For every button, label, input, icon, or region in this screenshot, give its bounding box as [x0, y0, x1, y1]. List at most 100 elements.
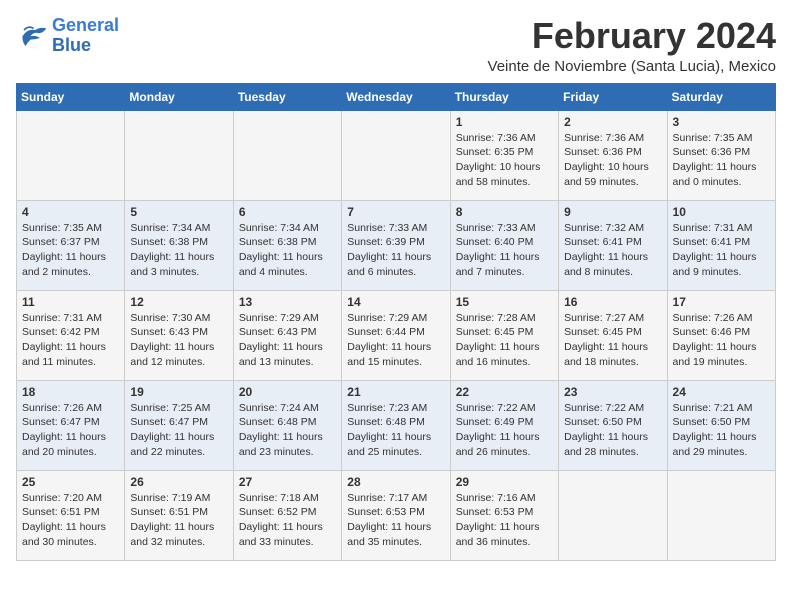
- calendar-day-cell: [667, 470, 775, 560]
- day-number: 12: [130, 295, 227, 309]
- calendar-day-cell: 20 Sunrise: 7:24 AM Sunset: 6:48 PM Dayli…: [233, 380, 341, 470]
- calendar-week-row: 18 Sunrise: 7:26 AM Sunset: 6:47 PM Dayli…: [17, 380, 776, 470]
- day-number: 20: [239, 385, 336, 399]
- day-number: 13: [239, 295, 336, 309]
- calendar-day-cell: 14 Sunrise: 7:29 AM Sunset: 6:44 PM Dayli…: [342, 290, 450, 380]
- day-number: 28: [347, 475, 444, 489]
- day-info: Sunrise: 7:29 AM Sunset: 6:44 PM Dayligh…: [347, 311, 444, 370]
- day-info: Sunrise: 7:24 AM Sunset: 6:48 PM Dayligh…: [239, 401, 336, 460]
- calendar-day-cell: 5Sunrise: 7:34 AM Sunset: 6:38 PM Daylig…: [125, 200, 233, 290]
- day-number: 15: [456, 295, 553, 309]
- month-title: February 2024: [488, 16, 776, 56]
- day-number: 16: [564, 295, 661, 309]
- day-info: Sunrise: 7:19 AM Sunset: 6:51 PM Dayligh…: [130, 491, 227, 550]
- day-info: Sunrise: 7:26 AM Sunset: 6:46 PM Dayligh…: [673, 311, 770, 370]
- calendar-day-cell: [559, 470, 667, 560]
- day-info: Sunrise: 7:29 AM Sunset: 6:43 PM Dayligh…: [239, 311, 336, 370]
- day-number: 3: [673, 115, 770, 129]
- calendar-day-cell: 29 Sunrise: 7:16 AM Sunset: 6:53 PM Dayli…: [450, 470, 558, 560]
- calendar-day-cell: 11Sunrise: 7:31 AM Sunset: 6:42 PM Dayli…: [17, 290, 125, 380]
- calendar-day-cell: 25 Sunrise: 7:20 AM Sunset: 6:51 PM Dayli…: [17, 470, 125, 560]
- calendar-day-cell: 27 Sunrise: 7:18 AM Sunset: 6:52 PM Dayli…: [233, 470, 341, 560]
- day-number: 1: [456, 115, 553, 129]
- day-info: Sunrise: 7:21 AM Sunset: 6:50 PM Dayligh…: [673, 401, 770, 460]
- calendar-day-cell: 17 Sunrise: 7:26 AM Sunset: 6:46 PM Dayli…: [667, 290, 775, 380]
- day-number: 10: [673, 205, 770, 219]
- calendar-day-cell: 28 Sunrise: 7:17 AM Sunset: 6:53 PM Dayli…: [342, 470, 450, 560]
- day-info: Sunrise: 7:23 AM Sunset: 6:48 PM Dayligh…: [347, 401, 444, 460]
- day-number: 17: [673, 295, 770, 309]
- day-number: 2: [564, 115, 661, 129]
- logo: General Blue: [16, 16, 119, 56]
- calendar-day-cell: 21 Sunrise: 7:23 AM Sunset: 6:48 PM Dayli…: [342, 380, 450, 470]
- day-of-week-header: Saturday: [667, 83, 775, 110]
- day-number: 27: [239, 475, 336, 489]
- calendar-day-cell: 6Sunrise: 7:34 AM Sunset: 6:38 PM Daylig…: [233, 200, 341, 290]
- day-number: 18: [22, 385, 119, 399]
- day-of-week-header: Thursday: [450, 83, 558, 110]
- calendar-day-cell: 1 Sunrise: 7:36 AM Sunset: 6:35 PM Daylig…: [450, 110, 558, 200]
- day-info: Sunrise: 7:31 AM Sunset: 6:41 PM Dayligh…: [673, 221, 770, 280]
- day-info: Sunrise: 7:35 AM Sunset: 6:36 PM Dayligh…: [673, 131, 770, 190]
- logo-text: General Blue: [52, 16, 119, 56]
- page-header: General Blue February 2024 Veinte de Nov…: [16, 16, 776, 75]
- calendar-day-cell: 7 Sunrise: 7:33 AM Sunset: 6:39 PM Daylig…: [342, 200, 450, 290]
- calendar-day-cell: 12 Sunrise: 7:30 AM Sunset: 6:43 PM Dayli…: [125, 290, 233, 380]
- location-title: Veinte de Noviembre (Santa Lucia), Mexic…: [488, 58, 776, 75]
- calendar-header-row: SundayMondayTuesdayWednesdayThursdayFrid…: [17, 83, 776, 110]
- day-info: Sunrise: 7:16 AM Sunset: 6:53 PM Dayligh…: [456, 491, 553, 550]
- day-info: Sunrise: 7:30 AM Sunset: 6:43 PM Dayligh…: [130, 311, 227, 370]
- day-of-week-header: Sunday: [17, 83, 125, 110]
- day-number: 7: [347, 205, 444, 219]
- calendar-day-cell: 18 Sunrise: 7:26 AM Sunset: 6:47 PM Dayli…: [17, 380, 125, 470]
- day-number: 14: [347, 295, 444, 309]
- day-info: Sunrise: 7:20 AM Sunset: 6:51 PM Dayligh…: [22, 491, 119, 550]
- calendar-day-cell: 26 Sunrise: 7:19 AM Sunset: 6:51 PM Dayli…: [125, 470, 233, 560]
- day-number: 11: [22, 295, 119, 309]
- day-info: Sunrise: 7:35 AM Sunset: 6:37 PM Dayligh…: [22, 221, 119, 280]
- day-number: 24: [673, 385, 770, 399]
- day-of-week-header: Wednesday: [342, 83, 450, 110]
- calendar-day-cell: 10 Sunrise: 7:31 AM Sunset: 6:41 PM Dayli…: [667, 200, 775, 290]
- day-number: 6: [239, 205, 336, 219]
- calendar-day-cell: 15Sunrise: 7:28 AM Sunset: 6:45 PM Dayli…: [450, 290, 558, 380]
- day-info: Sunrise: 7:18 AM Sunset: 6:52 PM Dayligh…: [239, 491, 336, 550]
- calendar-day-cell: 2Sunrise: 7:36 AM Sunset: 6:36 PM Daylig…: [559, 110, 667, 200]
- day-info: Sunrise: 7:22 AM Sunset: 6:50 PM Dayligh…: [564, 401, 661, 460]
- day-number: 29: [456, 475, 553, 489]
- day-info: Sunrise: 7:33 AM Sunset: 6:39 PM Dayligh…: [347, 221, 444, 280]
- day-number: 26: [130, 475, 227, 489]
- calendar-day-cell: 22 Sunrise: 7:22 AM Sunset: 6:49 PM Dayli…: [450, 380, 558, 470]
- day-number: 4: [22, 205, 119, 219]
- day-info: Sunrise: 7:22 AM Sunset: 6:49 PM Dayligh…: [456, 401, 553, 460]
- calendar-day-cell: 4 Sunrise: 7:35 AM Sunset: 6:37 PM Daylig…: [17, 200, 125, 290]
- day-info: Sunrise: 7:33 AM Sunset: 6:40 PM Dayligh…: [456, 221, 553, 280]
- day-info: Sunrise: 7:27 AM Sunset: 6:45 PM Dayligh…: [564, 311, 661, 370]
- day-number: 25: [22, 475, 119, 489]
- logo-blue: Blue: [52, 35, 91, 55]
- day-of-week-header: Friday: [559, 83, 667, 110]
- calendar-day-cell: 19Sunrise: 7:25 AM Sunset: 6:47 PM Dayli…: [125, 380, 233, 470]
- title-block: February 2024 Veinte de Noviembre (Santa…: [488, 16, 776, 75]
- calendar-week-row: 1 Sunrise: 7:36 AM Sunset: 6:35 PM Daylig…: [17, 110, 776, 200]
- logo-general: General: [52, 15, 119, 35]
- day-info: Sunrise: 7:34 AM Sunset: 6:38 PM Dayligh…: [130, 221, 227, 280]
- calendar-day-cell: 3 Sunrise: 7:35 AM Sunset: 6:36 PM Daylig…: [667, 110, 775, 200]
- day-number: 8: [456, 205, 553, 219]
- calendar-week-row: 4 Sunrise: 7:35 AM Sunset: 6:37 PM Daylig…: [17, 200, 776, 290]
- calendar-day-cell: 9Sunrise: 7:32 AM Sunset: 6:41 PM Daylig…: [559, 200, 667, 290]
- day-of-week-header: Tuesday: [233, 83, 341, 110]
- day-info: Sunrise: 7:17 AM Sunset: 6:53 PM Dayligh…: [347, 491, 444, 550]
- calendar-day-cell: 24 Sunrise: 7:21 AM Sunset: 6:50 PM Dayli…: [667, 380, 775, 470]
- calendar-day-cell: 8 Sunrise: 7:33 AM Sunset: 6:40 PM Daylig…: [450, 200, 558, 290]
- day-info: Sunrise: 7:36 AM Sunset: 6:35 PM Dayligh…: [456, 131, 553, 190]
- calendar-week-row: 11Sunrise: 7:31 AM Sunset: 6:42 PM Dayli…: [17, 290, 776, 380]
- calendar-day-cell: 16 Sunrise: 7:27 AM Sunset: 6:45 PM Dayli…: [559, 290, 667, 380]
- calendar-day-cell: 23Sunrise: 7:22 AM Sunset: 6:50 PM Dayli…: [559, 380, 667, 470]
- day-number: 21: [347, 385, 444, 399]
- day-number: 22: [456, 385, 553, 399]
- calendar-day-cell: 13 Sunrise: 7:29 AM Sunset: 6:43 PM Dayli…: [233, 290, 341, 380]
- logo-bird-icon: [16, 22, 48, 50]
- calendar-week-row: 25 Sunrise: 7:20 AM Sunset: 6:51 PM Dayli…: [17, 470, 776, 560]
- day-info: Sunrise: 7:26 AM Sunset: 6:47 PM Dayligh…: [22, 401, 119, 460]
